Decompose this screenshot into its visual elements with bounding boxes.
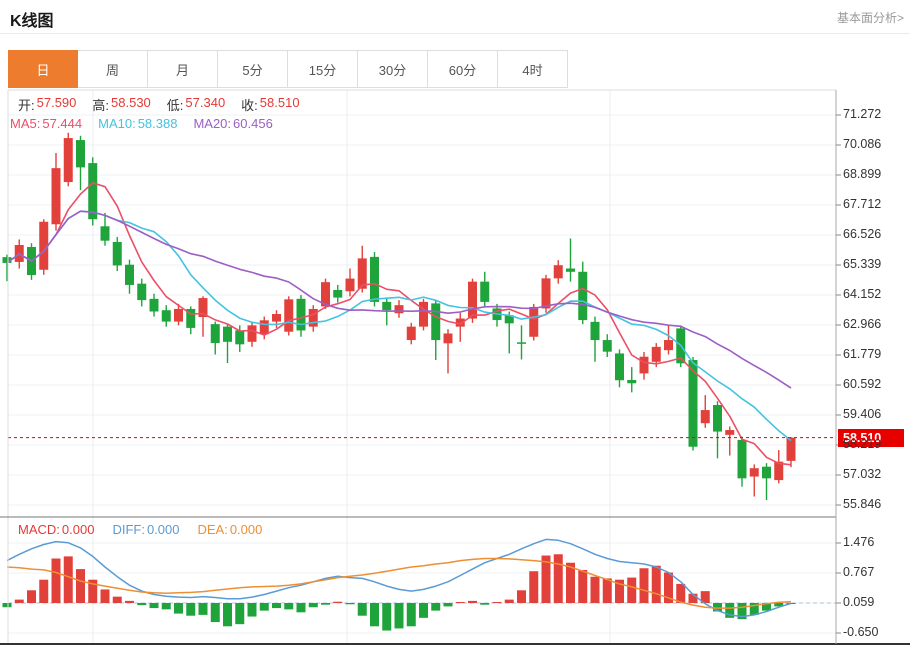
y-axis-label: 64.152 xyxy=(843,287,905,301)
macd-axis-label: -0.650 xyxy=(843,625,905,639)
ohlc-open-value: 57.590 xyxy=(37,95,77,114)
dea-value: 0.000 xyxy=(230,522,263,537)
ma5-value: 57.444 xyxy=(42,116,82,131)
y-axis-label: 71.272 xyxy=(843,107,905,121)
ohlc-low-value: 57.340 xyxy=(185,95,225,114)
macd-axis-label: 0.767 xyxy=(843,565,905,579)
y-axis-label: 68.899 xyxy=(843,167,905,181)
ohlc-low-label: 低: xyxy=(167,95,184,114)
y-axis-label: 58.219 xyxy=(843,437,905,451)
ohlc-row: 开:57.590 高:58.530 低:57.340 收:58.510 xyxy=(18,95,300,114)
diff-label: DIFF: xyxy=(112,522,145,537)
dea-label: DEA: xyxy=(197,522,227,537)
macd-label: MACD: xyxy=(18,522,60,537)
y-axis-label: 59.406 xyxy=(843,407,905,421)
macd-axis-label: 0.059 xyxy=(843,595,905,609)
y-axis-label: 65.339 xyxy=(843,257,905,271)
y-axis-label: 55.846 xyxy=(843,497,905,511)
y-axis-label: 62.966 xyxy=(843,317,905,331)
y-axis-label: 61.779 xyxy=(843,347,905,361)
y-axis-label: 60.592 xyxy=(843,377,905,391)
y-axis-label: 66.526 xyxy=(843,227,905,241)
diff-value: 0.000 xyxy=(147,522,180,537)
ma5-label: MA5: xyxy=(10,116,40,131)
ma10-value: 58.388 xyxy=(138,116,178,131)
ma20-label: MA20: xyxy=(193,116,231,131)
ma-legend-row: MA5:57.444 MA10:58.388 MA20:60.456 xyxy=(10,116,273,131)
ohlc-open-label: 开: xyxy=(18,95,35,114)
macd-value: 0.000 xyxy=(62,522,95,537)
kline-app: { "header": { "title": "K线图", "link": "基… xyxy=(0,0,910,647)
macd-legend-row: MACD:0.000 DIFF:0.000 DEA:0.000 xyxy=(18,522,262,537)
y-axis-label: 70.086 xyxy=(843,137,905,151)
ohlc-close-value: 58.510 xyxy=(260,95,300,114)
ohlc-close-label: 收: xyxy=(241,95,258,114)
ma20-value: 60.456 xyxy=(233,116,273,131)
ohlc-high-label: 高: xyxy=(92,95,109,114)
ma10-label: MA10: xyxy=(98,116,136,131)
ohlc-high-value: 58.530 xyxy=(111,95,151,114)
macd-axis-label: 1.476 xyxy=(843,535,905,549)
y-axis-label: 57.032 xyxy=(843,467,905,481)
y-axis-label: 67.712 xyxy=(843,197,905,211)
